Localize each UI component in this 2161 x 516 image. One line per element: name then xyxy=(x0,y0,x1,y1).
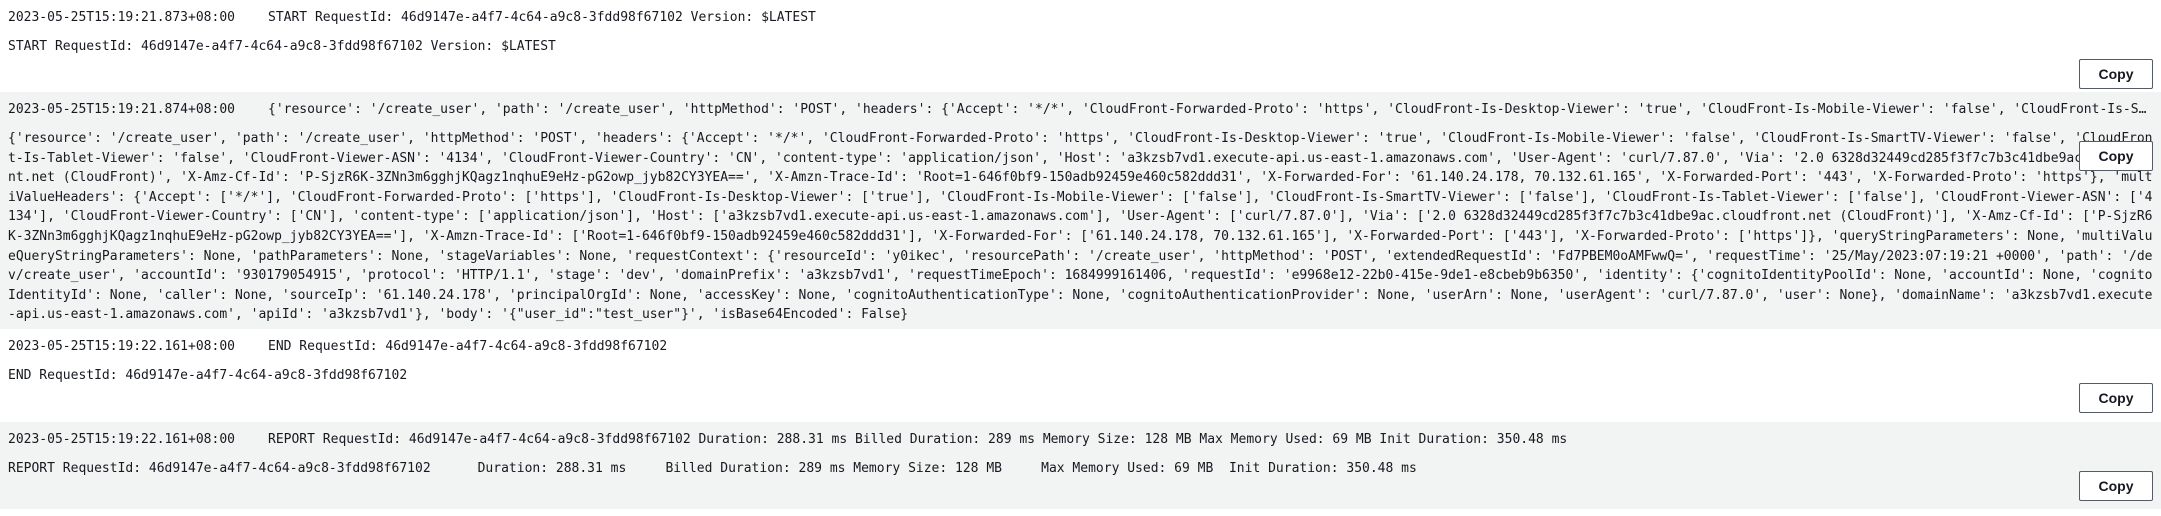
log-entry-end[interactable]: 2023-05-25T15:19:22.161+08:00 END Request… xyxy=(0,329,2161,422)
log-entry-summary[interactable]: 2023-05-25T15:19:22.161+08:00 REPORT Requ… xyxy=(0,422,2161,457)
log-timestamp: 2023-05-25T15:19:21.874+08:00 xyxy=(8,102,235,117)
log-entry-summary[interactable]: 2023-05-25T15:19:22.161+08:00 END Request… xyxy=(0,329,2161,364)
log-message: {'resource': '/create_user', 'path': '/c… xyxy=(268,102,2161,117)
log-timestamp: 2023-05-25T15:19:22.161+08:00 xyxy=(8,339,235,354)
log-entry-detail: {'resource': '/create_user', 'path': '/c… xyxy=(8,131,2153,323)
log-entry-start[interactable]: 2023-05-25T15:19:21.873+08:00 START Reque… xyxy=(0,0,2161,92)
log-message: REPORT RequestId: 46d9147e-a4f7-4c64-a9c… xyxy=(268,432,1568,447)
log-entry-event[interactable]: 2023-05-25T15:19:21.874+08:00 {'resource'… xyxy=(0,92,2161,329)
copy-button[interactable]: Copy xyxy=(2079,141,2153,171)
log-timestamp: 2023-05-25T15:19:22.161+08:00 xyxy=(8,432,235,447)
log-entry-detail: REPORT RequestId: 46d9147e-a4f7-4c64-a9c… xyxy=(8,461,1417,476)
log-entry-summary[interactable]: 2023-05-25T15:19:21.874+08:00 {'resource'… xyxy=(0,92,2161,127)
log-entry-summary[interactable]: 2023-05-25T15:19:21.873+08:00 START Reque… xyxy=(0,0,2161,35)
log-entry-report[interactable]: 2023-05-25T15:19:22.161+08:00 REPORT Requ… xyxy=(0,422,2161,509)
copy-button[interactable]: Copy xyxy=(2079,383,2153,413)
log-entry-detail: START RequestId: 46d9147e-a4f7-4c64-a9c8… xyxy=(8,39,556,54)
log-entry-detail: END RequestId: 46d9147e-a4f7-4c64-a9c8-3… xyxy=(8,368,408,383)
log-message: END RequestId: 46d9147e-a4f7-4c64-a9c8-3… xyxy=(268,339,668,354)
copy-button[interactable]: Copy xyxy=(2079,59,2153,89)
log-events-list: 2023-05-25T15:19:21.873+08:00 START Reque… xyxy=(0,0,2161,509)
log-timestamp: 2023-05-25T15:19:21.873+08:00 xyxy=(8,10,235,25)
log-message: START RequestId: 46d9147e-a4f7-4c64-a9c8… xyxy=(268,10,816,25)
copy-button[interactable]: Copy xyxy=(2079,471,2153,501)
